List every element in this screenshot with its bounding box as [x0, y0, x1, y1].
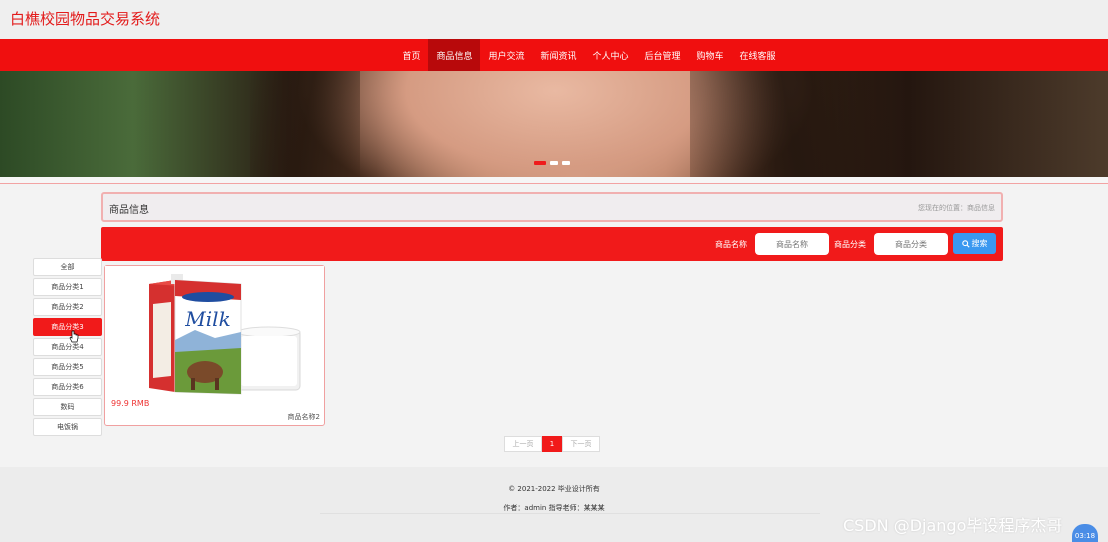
- category-item-2[interactable]: 商品分类2: [33, 298, 102, 316]
- page-title: 商品信息: [109, 205, 149, 216]
- top-header: 白樵校园物品交易系统: [0, 0, 1108, 39]
- banner-photo-shade-right: [690, 71, 890, 177]
- page-number-current[interactable]: 1: [542, 436, 562, 452]
- nav-item-news[interactable]: 新闻资讯: [532, 39, 584, 71]
- nav-item-home[interactable]: 首页: [394, 39, 428, 71]
- carousel-dot-2[interactable]: [550, 161, 558, 165]
- carousel-dot-1[interactable]: [534, 161, 546, 165]
- nav-item-forum[interactable]: 用户交流: [480, 39, 532, 71]
- search-icon: [961, 239, 970, 248]
- category-list: 全部 商品分类1 商品分类2 商品分类3 商品分类4 商品分类5 商品分类6 数…: [33, 258, 102, 438]
- category-item-3[interactable]: 商品分类3: [33, 318, 102, 336]
- prev-page-button[interactable]: 上一页: [504, 436, 542, 452]
- product-card[interactable]: Milk 99.9 RMB 商品名称2: [104, 265, 325, 426]
- category-item-all[interactable]: 全部: [33, 258, 102, 276]
- hand-cursor-icon: [69, 330, 79, 343]
- section-divider: [0, 177, 1108, 184]
- breadcrumb-location: 您现在的位置：商品信息: [918, 204, 995, 212]
- banner-carousel[interactable]: [0, 71, 1108, 177]
- search-bar: 商品名称 商品分类 搜索: [101, 227, 1003, 261]
- product-category-label: 商品分类: [834, 240, 866, 249]
- nav-item-service[interactable]: 在线客服: [732, 39, 784, 71]
- category-item-6[interactable]: 商品分类6: [33, 378, 102, 396]
- site-title[interactable]: 白樵校园物品交易系统: [10, 8, 160, 29]
- breadcrumb: 商品信息 您现在的位置：商品信息: [101, 192, 1003, 222]
- pagination: 上一页 1 下一页: [504, 436, 600, 452]
- nav-item-cart[interactable]: 购物车: [689, 39, 732, 71]
- carousel-indicators: [534, 161, 570, 165]
- main-nav: 首页 商品信息 用户交流 新闻资讯 个人中心 后台管理 购物车 在线客服: [0, 39, 1108, 71]
- nav-item-admin[interactable]: 后台管理: [637, 39, 689, 71]
- category-item-digital[interactable]: 数码: [33, 398, 102, 416]
- footer-divider: [320, 513, 820, 514]
- category-item-1[interactable]: 商品分类1: [33, 278, 102, 296]
- next-page-button[interactable]: 下一页: [562, 436, 600, 452]
- category-item-5[interactable]: 商品分类5: [33, 358, 102, 376]
- nav-item-profile[interactable]: 个人中心: [585, 39, 637, 71]
- product-category-input[interactable]: [874, 233, 948, 255]
- nav-item-products[interactable]: 商品信息: [428, 39, 481, 71]
- timer-badge: 03:18: [1072, 524, 1098, 542]
- product-image-milk: Milk: [105, 266, 324, 398]
- svg-text:Milk: Milk: [184, 307, 230, 331]
- search-button[interactable]: 搜索: [953, 233, 996, 254]
- search-button-label: 搜索: [971, 239, 988, 248]
- product-name: 商品名称2: [287, 413, 320, 421]
- category-item-4[interactable]: 商品分类4: [33, 338, 102, 356]
- banner-photo-shade-left: [250, 71, 360, 177]
- carousel-dot-3[interactable]: [562, 161, 570, 165]
- footer-copyright: © 2021-2022 毕业设计所有: [508, 485, 600, 493]
- product-name-label: 商品名称: [715, 240, 747, 249]
- product-price: 99.9 RMB: [111, 399, 150, 408]
- watermark: CSDN @Django毕设程序杰哥: [843, 516, 1063, 535]
- category-item-rice-cooker[interactable]: 电饭锅: [33, 418, 102, 436]
- product-name-input[interactable]: [755, 233, 829, 255]
